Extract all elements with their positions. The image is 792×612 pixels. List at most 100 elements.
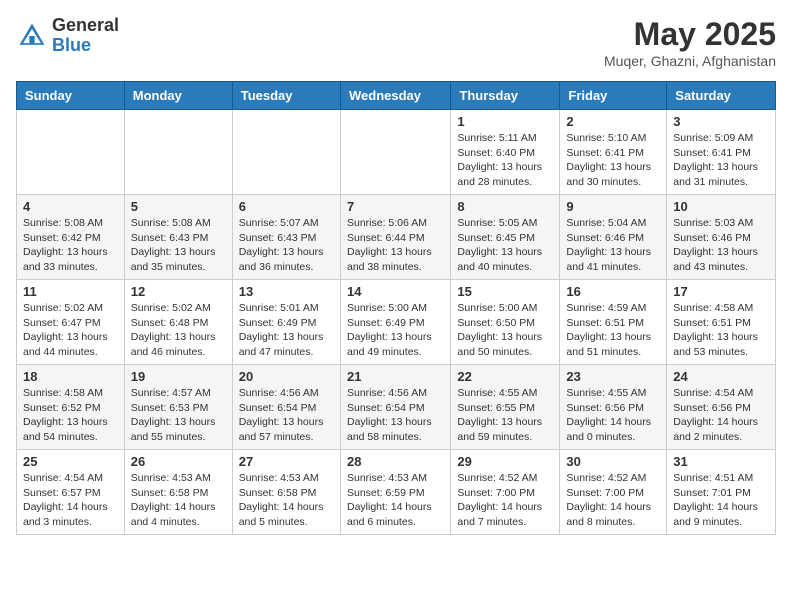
logo-text: General Blue (52, 16, 119, 56)
logo: General Blue (16, 16, 119, 56)
calendar-cell: 19Sunrise: 4:57 AM Sunset: 6:53 PM Dayli… (124, 365, 232, 450)
calendar-cell (17, 110, 125, 195)
calendar-table: SundayMondayTuesdayWednesdayThursdayFrid… (16, 81, 776, 535)
calendar-week-row: 4 Sunrise: 5:08 AM Sunset: 6:42 PM Daylig… (17, 195, 776, 280)
calendar-week-row: 25 Sunrise: 4:54 AM Sunset: 6:57 PM Dayli… (17, 450, 776, 535)
calendar-cell: 21Sunrise: 4:56 AM Sunset: 6:54 PM Dayli… (340, 365, 450, 450)
calendar-cell: 8 Sunrise: 5:05 AM Sunset: 6:45 PM Daylig… (451, 195, 560, 280)
day-number: 22 (457, 369, 553, 384)
calendar-day-header: Sunday (17, 82, 125, 110)
day-number: 18 (23, 369, 118, 384)
day-info: Sunrise: 5:01 AM Sunset: 6:49 PM Dayligh… (239, 301, 334, 360)
calendar-cell (232, 110, 340, 195)
calendar-cell (340, 110, 450, 195)
day-info: Sunrise: 4:58 AM Sunset: 6:52 PM Dayligh… (23, 386, 118, 445)
day-number: 1 (457, 114, 553, 129)
month-title: May 2025 (604, 16, 776, 53)
day-info: Sunrise: 5:02 AM Sunset: 6:48 PM Dayligh… (131, 301, 226, 360)
day-info: Sunrise: 5:08 AM Sunset: 6:42 PM Dayligh… (23, 216, 118, 275)
calendar-cell: 1 Sunrise: 5:11 AM Sunset: 6:40 PM Daylig… (451, 110, 560, 195)
day-info: Sunrise: 4:55 AM Sunset: 6:55 PM Dayligh… (457, 386, 553, 445)
calendar-cell: 6Sunrise: 5:07 AM Sunset: 6:43 PM Daylig… (232, 195, 340, 280)
calendar-day-header: Wednesday (340, 82, 450, 110)
day-info: Sunrise: 4:53 AM Sunset: 6:58 PM Dayligh… (239, 471, 334, 530)
day-number: 3 (673, 114, 769, 129)
day-number: 10 (673, 199, 769, 214)
day-info: Sunrise: 4:54 AM Sunset: 6:56 PM Dayligh… (673, 386, 769, 445)
calendar-cell: 26 Sunrise: 4:53 AM Sunset: 6:58 PM Dayli… (124, 450, 232, 535)
day-info: Sunrise: 4:58 AM Sunset: 6:51 PM Dayligh… (673, 301, 769, 360)
day-info: Sunrise: 4:56 AM Sunset: 6:54 PM Dayligh… (347, 386, 444, 445)
day-number: 24 (673, 369, 769, 384)
calendar-cell: 23 Sunrise: 4:55 AM Sunset: 6:56 PM Dayli… (560, 365, 667, 450)
day-info: Sunrise: 4:51 AM Sunset: 7:01 PM Dayligh… (673, 471, 769, 530)
location: Muqer, Ghazni, Afghanistan (604, 53, 776, 69)
day-info: Sunrise: 4:55 AM Sunset: 6:56 PM Dayligh… (566, 386, 660, 445)
day-info: Sunrise: 5:11 AM Sunset: 6:40 PM Dayligh… (457, 131, 553, 190)
day-info: Sunrise: 5:02 AM Sunset: 6:47 PM Dayligh… (23, 301, 118, 360)
day-number: 9 (566, 199, 660, 214)
calendar-cell: 13 Sunrise: 5:01 AM Sunset: 6:49 PM Dayli… (232, 280, 340, 365)
calendar-day-header: Tuesday (232, 82, 340, 110)
calendar-cell: 29Sunrise: 4:52 AM Sunset: 7:00 PM Dayli… (451, 450, 560, 535)
day-number: 16 (566, 284, 660, 299)
calendar-week-row: 11Sunrise: 5:02 AM Sunset: 6:47 PM Dayli… (17, 280, 776, 365)
day-info: Sunrise: 5:03 AM Sunset: 6:46 PM Dayligh… (673, 216, 769, 275)
calendar-cell: 7 Sunrise: 5:06 AM Sunset: 6:44 PM Daylig… (340, 195, 450, 280)
calendar-cell: 18 Sunrise: 4:58 AM Sunset: 6:52 PM Dayli… (17, 365, 125, 450)
day-number: 12 (131, 284, 226, 299)
day-number: 15 (457, 284, 553, 299)
day-info: Sunrise: 5:08 AM Sunset: 6:43 PM Dayligh… (131, 216, 226, 275)
calendar-cell: 25 Sunrise: 4:54 AM Sunset: 6:57 PM Dayli… (17, 450, 125, 535)
logo-icon (16, 20, 48, 52)
day-info: Sunrise: 5:06 AM Sunset: 6:44 PM Dayligh… (347, 216, 444, 275)
day-number: 31 (673, 454, 769, 469)
calendar-day-header: Monday (124, 82, 232, 110)
day-info: Sunrise: 4:57 AM Sunset: 6:53 PM Dayligh… (131, 386, 226, 445)
calendar-day-header: Saturday (667, 82, 776, 110)
calendar-cell: 16 Sunrise: 4:59 AM Sunset: 6:51 PM Dayli… (560, 280, 667, 365)
calendar-cell: 28 Sunrise: 4:53 AM Sunset: 6:59 PM Dayli… (340, 450, 450, 535)
day-number: 23 (566, 369, 660, 384)
calendar-cell: 14 Sunrise: 5:00 AM Sunset: 6:49 PM Dayli… (340, 280, 450, 365)
day-number: 17 (673, 284, 769, 299)
day-info: Sunrise: 5:00 AM Sunset: 6:49 PM Dayligh… (347, 301, 444, 360)
logo-blue: Blue (52, 36, 119, 56)
day-number: 8 (457, 199, 553, 214)
title-block: May 2025 Muqer, Ghazni, Afghanistan (604, 16, 776, 69)
calendar-cell: 12 Sunrise: 5:02 AM Sunset: 6:48 PM Dayli… (124, 280, 232, 365)
calendar-week-row: 1 Sunrise: 5:11 AM Sunset: 6:40 PM Daylig… (17, 110, 776, 195)
day-info: Sunrise: 5:07 AM Sunset: 6:43 PM Dayligh… (239, 216, 334, 275)
calendar-cell: 4 Sunrise: 5:08 AM Sunset: 6:42 PM Daylig… (17, 195, 125, 280)
day-info: Sunrise: 4:52 AM Sunset: 7:00 PM Dayligh… (457, 471, 553, 530)
day-info: Sunrise: 5:00 AM Sunset: 6:50 PM Dayligh… (457, 301, 553, 360)
calendar-cell: 2 Sunrise: 5:10 AM Sunset: 6:41 PM Daylig… (560, 110, 667, 195)
calendar-header-row: SundayMondayTuesdayWednesdayThursdayFrid… (17, 82, 776, 110)
day-info: Sunrise: 4:53 AM Sunset: 6:58 PM Dayligh… (131, 471, 226, 530)
day-number: 27 (239, 454, 334, 469)
day-info: Sunrise: 4:54 AM Sunset: 6:57 PM Dayligh… (23, 471, 118, 530)
calendar-cell: 27 Sunrise: 4:53 AM Sunset: 6:58 PM Dayli… (232, 450, 340, 535)
calendar-cell: 3 Sunrise: 5:09 AM Sunset: 6:41 PM Daylig… (667, 110, 776, 195)
day-number: 7 (347, 199, 444, 214)
day-info: Sunrise: 4:56 AM Sunset: 6:54 PM Dayligh… (239, 386, 334, 445)
day-number: 25 (23, 454, 118, 469)
day-info: Sunrise: 5:10 AM Sunset: 6:41 PM Dayligh… (566, 131, 660, 190)
day-number: 2 (566, 114, 660, 129)
day-number: 30 (566, 454, 660, 469)
day-info: Sunrise: 5:09 AM Sunset: 6:41 PM Dayligh… (673, 131, 769, 190)
day-number: 4 (23, 199, 118, 214)
calendar-cell: 10 Sunrise: 5:03 AM Sunset: 6:46 PM Dayli… (667, 195, 776, 280)
day-number: 28 (347, 454, 444, 469)
day-info: Sunrise: 5:05 AM Sunset: 6:45 PM Dayligh… (457, 216, 553, 275)
day-number: 14 (347, 284, 444, 299)
day-info: Sunrise: 4:52 AM Sunset: 7:00 PM Dayligh… (566, 471, 660, 530)
day-info: Sunrise: 4:59 AM Sunset: 6:51 PM Dayligh… (566, 301, 660, 360)
day-number: 13 (239, 284, 334, 299)
day-number: 26 (131, 454, 226, 469)
day-number: 5 (131, 199, 226, 214)
calendar-cell: 9 Sunrise: 5:04 AM Sunset: 6:46 PM Daylig… (560, 195, 667, 280)
calendar-day-header: Friday (560, 82, 667, 110)
day-info: Sunrise: 5:04 AM Sunset: 6:46 PM Dayligh… (566, 216, 660, 275)
day-info: Sunrise: 4:53 AM Sunset: 6:59 PM Dayligh… (347, 471, 444, 530)
